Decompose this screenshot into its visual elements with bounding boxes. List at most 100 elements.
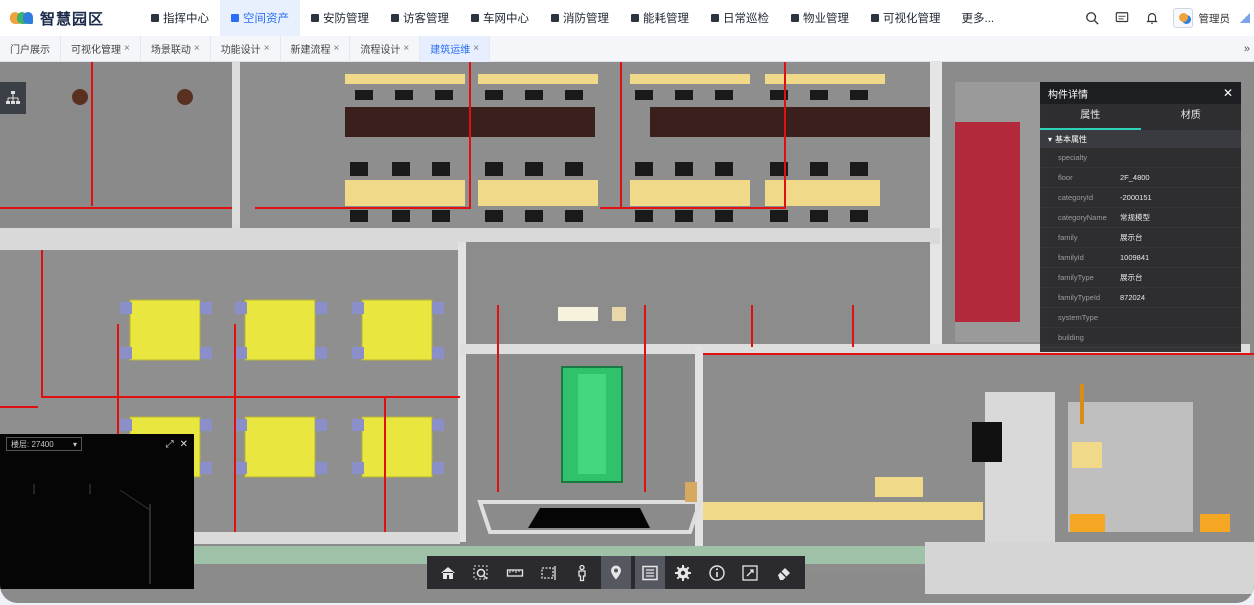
search-button[interactable] <box>1077 0 1107 36</box>
property-key: specialty <box>1058 153 1088 162</box>
nav-item-label: 空间资产 <box>243 13 289 25</box>
close-icon[interactable]: × <box>194 43 200 54</box>
tab-label: 可视化管理 <box>71 45 121 56</box>
close-icon[interactable]: × <box>334 43 340 54</box>
nav-item-label: 车网中心 <box>483 13 529 25</box>
property-row: floor 2F_4800 <box>1040 168 1241 188</box>
model-tree-button[interactable] <box>0 82 26 114</box>
tab-building-operations[interactable]: 建筑运维 × <box>420 35 491 62</box>
grid-icon <box>631 14 639 22</box>
expand-icon[interactable]: ⤢ <box>166 439 174 450</box>
nav-item-inspection[interactable]: 日常巡检 <box>700 0 780 36</box>
section-box-button[interactable] <box>534 556 564 589</box>
measure-button[interactable] <box>500 556 530 589</box>
section-basic-properties[interactable]: ▾ 基本属性 <box>1040 130 1241 148</box>
nav-item-property[interactable]: 物业管理 <box>780 0 860 36</box>
property-key: familyTypeId <box>1058 293 1101 302</box>
tab-process-design[interactable]: 流程设计 × <box>350 35 421 62</box>
tab-label: 门户展示 <box>10 45 50 56</box>
property-key: floor <box>1058 173 1073 182</box>
minimap-canvas[interactable] <box>0 454 194 589</box>
locate-button[interactable] <box>600 556 631 589</box>
close-icon[interactable]: × <box>403 43 409 54</box>
floor-select-value: 楼层: 27400 <box>11 439 54 449</box>
home-view-button[interactable] <box>433 556 463 589</box>
close-icon[interactable]: ✕ <box>180 439 188 450</box>
messages-button[interactable] <box>1107 0 1137 36</box>
property-value: 1009841 <box>1120 253 1150 262</box>
panel-title: 构件详情 <box>1048 89 1088 101</box>
walk-mode-button[interactable] <box>567 556 597 589</box>
monitor-icon <box>151 14 159 22</box>
car-icon <box>471 14 479 22</box>
nav-item-visitors[interactable]: 访客管理 <box>380 0 460 36</box>
tab-visualization[interactable]: 可视化管理 × <box>61 35 141 62</box>
floor-select[interactable]: 楼层: 27400 ▾ <box>6 437 82 451</box>
tab-portal[interactable]: 门户展示 <box>0 35 61 62</box>
component-list-button[interactable] <box>634 556 665 589</box>
fullscreen-button[interactable] <box>735 556 765 589</box>
main-nav: 指挥中心 空间资产 安防管理 访客管理 车网中心 消防管理 能耗管理 日常巡检 … <box>140 0 1004 36</box>
nav-more-button[interactable]: 更多... <box>952 10 1005 26</box>
eraser-button[interactable] <box>769 556 799 589</box>
close-icon[interactable]: ✕ <box>1223 86 1233 100</box>
measure-ruler-icon <box>506 568 524 577</box>
nav-item-visualization[interactable]: 可视化管理 <box>860 0 952 36</box>
hierarchy-icon <box>6 91 20 104</box>
property-row: categoryId -2000151 <box>1040 188 1241 208</box>
tab-material[interactable]: 材质 <box>1141 104 1242 130</box>
nav-item-vehicle-network[interactable]: 车网中心 <box>460 0 540 36</box>
tab-label: 流程设计 <box>360 45 401 56</box>
avatar[interactable] <box>1172 8 1193 28</box>
nav-item-label: 日常巡检 <box>723 13 769 25</box>
collapse-corner-icon[interactable] <box>1240 13 1250 23</box>
app-title: 智慧园区 <box>40 10 105 28</box>
tab-scene-linkage[interactable]: 场景联动 × <box>141 35 211 62</box>
page-tabs: 门户展示 可视化管理 × 场景联动 × 功能设计 × 新建流程 × 流程设计 × 建筑运维… <box>0 35 1254 62</box>
tab-label: 场景联动 <box>150 45 191 56</box>
zoom-region-button[interactable] <box>466 556 496 589</box>
close-icon[interactable]: × <box>264 43 270 54</box>
property-value: 2F_4800 <box>1120 173 1150 182</box>
settings-button[interactable] <box>668 556 698 589</box>
logo-icon <box>10 10 34 26</box>
nav-item-label: 可视化管理 <box>883 13 941 25</box>
eraser-icon <box>778 567 791 580</box>
tabs-scroll-right-icon[interactable]: » <box>1244 36 1250 62</box>
search-icon <box>1085 12 1099 25</box>
app-logo[interactable]: 智慧园区 <box>0 8 140 29</box>
close-icon[interactable]: × <box>124 43 130 54</box>
notifications-button[interactable] <box>1137 0 1167 36</box>
property-row: family 展示台 <box>1040 228 1241 248</box>
nav-item-fire-safety[interactable]: 消防管理 <box>540 0 620 36</box>
property-value: 展示台 <box>1120 273 1143 282</box>
section-label: 基本属性 <box>1055 134 1088 144</box>
tab-function-design[interactable]: 功能设计 × <box>211 35 281 62</box>
nav-item-space-assets[interactable]: 空间资产 <box>220 0 300 36</box>
panel-header: 构件详情 ✕ <box>1040 82 1241 104</box>
document-icon <box>311 14 319 22</box>
nav-item-label: 访客管理 <box>403 13 449 25</box>
nav-item-energy[interactable]: 能耗管理 <box>620 0 700 36</box>
tab-new-process[interactable]: 新建流程 × <box>281 35 351 62</box>
person-icon <box>391 14 399 22</box>
top-navigation-bar: 智慧园区 指挥中心 空间资产 安防管理 访客管理 车网中心 消防管理 能耗管理 … <box>0 0 1254 36</box>
property-row: systemType <box>1040 308 1241 328</box>
nav-item-command-center[interactable]: 指挥中心 <box>140 0 220 36</box>
header-tools: 管理员 <box>1077 0 1254 36</box>
minimap-tools: ⤢ ✕ <box>166 439 188 450</box>
floor-minimap[interactable]: 楼层: 27400 ▾ ⤢ ✕ <box>0 434 194 589</box>
bim-3d-viewport[interactable]: 构件详情 ✕ 属性 材质 ▾ 基本属性 specialty floor 2F_48… <box>0 62 1254 603</box>
info-button[interactable] <box>702 556 732 589</box>
tab-properties[interactable]: 属性 <box>1040 104 1141 130</box>
message-icon <box>1115 12 1128 23</box>
person-icon <box>791 14 799 22</box>
property-row: familyId 1009841 <box>1040 248 1241 268</box>
tab-label: 建筑运维 <box>430 45 471 56</box>
close-icon[interactable]: × <box>473 43 479 54</box>
user-name[interactable]: 管理员 <box>1199 11 1231 26</box>
component-list-icon <box>641 565 658 580</box>
nav-item-security[interactable]: 安防管理 <box>300 0 380 36</box>
fullscreen-icon <box>742 564 759 581</box>
section-box-icon <box>541 565 556 580</box>
